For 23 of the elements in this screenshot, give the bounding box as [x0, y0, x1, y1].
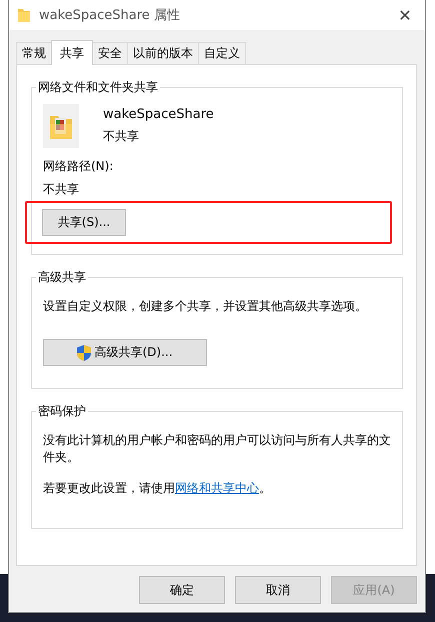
window-title: wakeSpaceShare 属性 — [39, 7, 181, 24]
group-title: 网络文件和文件夹共享 — [36, 79, 160, 96]
shield-icon — [77, 344, 92, 360]
group-title: 高级共享 — [36, 269, 88, 286]
description-text: 没有此计算机的用户帐户和密码的用户可以访问与所有人共享的文件夹。 — [43, 432, 392, 466]
change-setting-text: 若要更改此设置，请使用网络和共享中心。 — [43, 480, 272, 497]
folder-name: wakeSpaceShare — [103, 107, 214, 122]
path-label: 网络路径(N): — [43, 158, 114, 175]
network-center-link[interactable]: 网络和共享中心 — [175, 481, 259, 495]
tab[interactable]: 共享 — [51, 40, 93, 65]
dialog-button[interactable]: 取消 — [235, 576, 321, 604]
share-status: 不共享 — [103, 128, 140, 145]
close-button[interactable]: ✕ — [385, 0, 425, 30]
shared-folder-icon — [43, 104, 79, 148]
tab[interactable]: 自定义 — [198, 42, 246, 64]
share-button[interactable]: 共享(S)... — [42, 209, 126, 236]
folder-icon — [17, 7, 31, 23]
group-title: 密码保护 — [36, 403, 88, 420]
advanced-sharing-button[interactable]: 高级共享(D)... — [43, 339, 207, 366]
dialog-button[interactable]: 确定 — [139, 576, 225, 604]
path-value: 不共享 — [43, 181, 80, 198]
description-text: 设置自定义权限，创建多个共享，并设置其他高级共享选项。 — [43, 298, 368, 315]
tab[interactable]: 常规 — [16, 42, 52, 64]
